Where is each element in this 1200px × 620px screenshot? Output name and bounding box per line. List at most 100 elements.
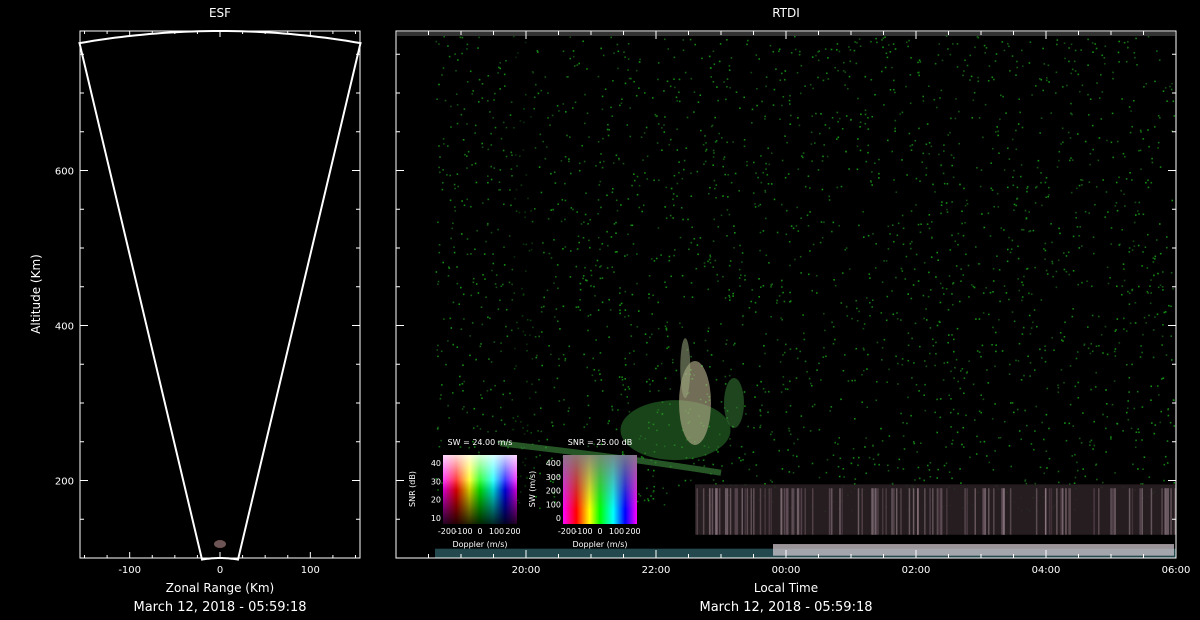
noise-point	[840, 398, 842, 401]
noise-point	[860, 113, 862, 116]
noise-point	[1012, 184, 1015, 187]
noise-point	[743, 145, 746, 148]
esf-y-tick-label: 200	[55, 477, 74, 488]
noise-point	[599, 161, 601, 164]
noise-point	[854, 418, 856, 420]
noise-point	[878, 158, 880, 161]
echo-stripe	[937, 488, 940, 535]
noise-point	[958, 142, 960, 145]
echo-stripe	[964, 488, 966, 535]
noise-point	[500, 285, 503, 287]
noise-point	[1146, 267, 1149, 269]
noise-point	[1048, 81, 1050, 83]
noise-point	[769, 44, 772, 47]
noise-point	[448, 417, 450, 419]
noise-point	[582, 277, 584, 280]
esf-x-axis: -100 0 100	[84, 31, 356, 576]
noise-point	[536, 354, 538, 357]
noise-point	[1110, 141, 1113, 144]
noise-point	[880, 312, 883, 314]
noise-point	[1140, 345, 1142, 347]
noise-point	[481, 97, 484, 99]
noise-point	[624, 316, 626, 318]
noise-point	[1142, 468, 1144, 470]
noise-point	[976, 350, 979, 352]
noise-point	[551, 421, 553, 424]
noise-point	[481, 397, 483, 399]
noise-point	[489, 317, 491, 320]
noise-point	[764, 118, 766, 120]
noise-point	[825, 355, 827, 358]
noise-point	[599, 266, 601, 268]
noise-point	[1140, 131, 1142, 133]
noise-point	[961, 210, 963, 213]
noise-point	[742, 363, 744, 365]
noise-point	[922, 294, 925, 297]
noise-point	[644, 92, 646, 94]
noise-point	[940, 89, 943, 92]
noise-point	[803, 338, 806, 341]
noise-point	[674, 249, 676, 251]
noise-point	[1075, 217, 1077, 219]
noise-point	[664, 281, 666, 283]
noise-point	[1128, 303, 1131, 305]
noise-point	[491, 415, 494, 418]
noise-point	[1135, 214, 1137, 216]
noise-point	[751, 108, 754, 111]
echo-stripe	[1068, 488, 1070, 535]
noise-point	[638, 310, 640, 312]
noise-point	[1170, 88, 1173, 91]
noise-point	[704, 150, 707, 152]
noise-point	[978, 318, 981, 320]
noise-point	[553, 171, 556, 174]
noise-point	[917, 280, 920, 282]
noise-point	[1143, 456, 1146, 458]
noise-point	[935, 276, 937, 278]
noise-point	[493, 99, 495, 101]
noise-point	[942, 379, 945, 381]
noise-point	[947, 341, 949, 344]
noise-point	[939, 321, 941, 324]
noise-point	[838, 224, 840, 227]
noise-point	[1004, 420, 1006, 423]
noise-point	[475, 358, 477, 361]
noise-point	[1116, 209, 1119, 212]
noise-point	[1060, 369, 1063, 371]
echo-stripe	[1139, 488, 1141, 535]
noise-point	[987, 80, 990, 82]
noise-point	[854, 41, 856, 43]
noise-point	[811, 160, 813, 162]
noise-point	[945, 462, 948, 465]
noise-point	[874, 267, 877, 269]
noise-point	[915, 384, 918, 386]
noise-point	[669, 85, 672, 88]
noise-point	[899, 113, 901, 115]
echo-stripe	[726, 488, 728, 535]
noise-point	[650, 495, 652, 497]
echo-stripe	[1141, 488, 1143, 535]
noise-point	[461, 408, 464, 410]
noise-point	[745, 413, 747, 415]
noise-point	[773, 198, 776, 201]
noise-point	[624, 388, 627, 391]
noise-point	[979, 185, 982, 188]
echo-stripe	[830, 488, 833, 535]
noise-point	[1046, 77, 1048, 79]
noise-point	[972, 383, 975, 386]
noise-point	[1071, 315, 1074, 318]
noise-point	[466, 43, 469, 46]
noise-point	[935, 353, 937, 355]
noise-point	[1160, 410, 1162, 413]
noise-point	[754, 396, 756, 398]
noise-point	[470, 294, 473, 297]
noise-point	[1158, 394, 1160, 396]
noise-point	[611, 266, 613, 268]
noise-point	[456, 173, 459, 175]
noise-point	[627, 58, 630, 60]
noise-point	[797, 230, 800, 232]
noise-point	[817, 76, 819, 79]
noise-point	[543, 251, 545, 254]
noise-point	[683, 168, 685, 171]
noise-point	[1159, 117, 1161, 119]
noise-point	[1018, 430, 1021, 432]
